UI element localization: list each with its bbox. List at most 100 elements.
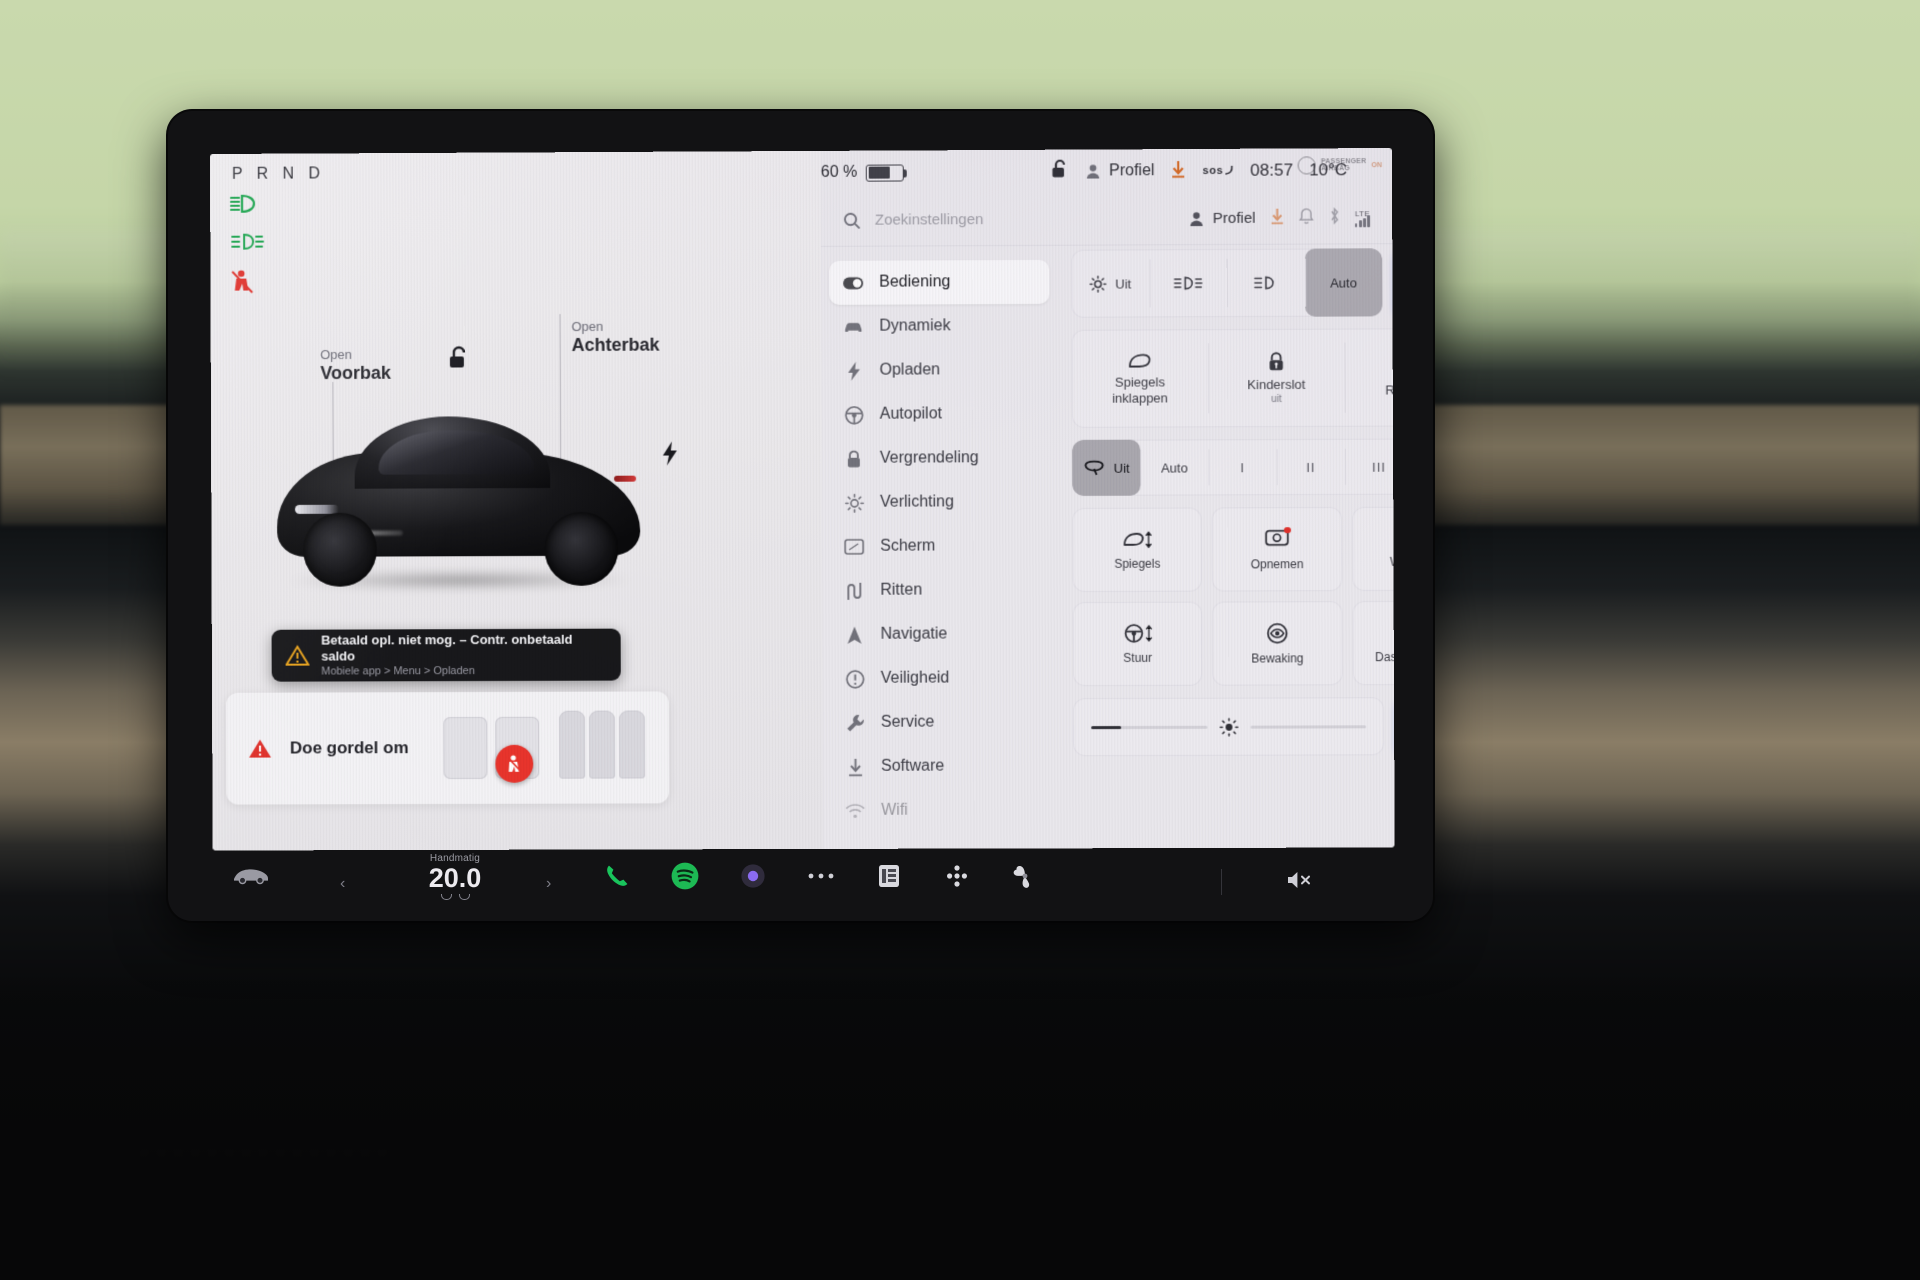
climate-control[interactable]: Handmatig 20.0 xyxy=(370,853,540,901)
clock: 08:57 xyxy=(1250,160,1294,180)
sos-arc-icon xyxy=(1224,165,1234,177)
lock-controls-group: Spiegels inklappen Kinderslot uit Raamsl… xyxy=(1071,327,1395,428)
volume-mute-button[interactable] xyxy=(1286,869,1312,891)
high-beam-icon xyxy=(1173,275,1203,291)
unlock-icon[interactable] xyxy=(448,345,470,376)
sidebar-label: Service xyxy=(880,713,935,731)
seat-rear-right xyxy=(618,710,646,779)
sidebar-item-vergrendeling[interactable]: Vergrendeling xyxy=(830,436,1050,481)
media-icon[interactable] xyxy=(736,859,770,893)
window-lock-button[interactable]: Raamslot xyxy=(1344,328,1394,427)
warning-triangle-icon xyxy=(286,645,310,667)
volume-mute-icon xyxy=(1288,872,1310,888)
wiper-speed-3-option[interactable]: III xyxy=(1345,439,1395,495)
glovebox-label: Dashboard kast xyxy=(1375,649,1395,664)
sidebar-item-navigatie[interactable]: Navigatie xyxy=(830,612,1050,657)
seatbelt-warning-card[interactable]: Doe gordel om xyxy=(225,691,670,805)
fold-mirrors-button[interactable]: Spiegels inklappen xyxy=(1072,329,1209,428)
temp-increase-button[interactable]: › xyxy=(546,875,551,893)
headlight-mode-group: Uit Auto xyxy=(1071,248,1383,318)
wiper-speed-2-option[interactable]: II xyxy=(1277,439,1345,495)
brightness-slider-right[interactable] xyxy=(1250,724,1367,729)
sidebar-label: Bediening xyxy=(879,273,951,291)
glovebox-tile[interactable]: Dashboard kast xyxy=(1352,600,1395,686)
bottom-dock: ‹ Handmatig 20.0 › xyxy=(210,851,1392,921)
charge-port-bolt-icon[interactable] xyxy=(662,441,678,470)
navigation-arrow-icon xyxy=(844,625,864,644)
bluetooth-icon[interactable] xyxy=(1328,207,1341,229)
bell-icon[interactable] xyxy=(1299,207,1314,229)
download-icon[interactable] xyxy=(1270,207,1285,229)
headlight-auto-option[interactable]: Auto xyxy=(1304,248,1383,317)
sidebar-item-veiligheid[interactable]: Veiligheid xyxy=(831,656,1051,701)
headlight-high-option[interactable] xyxy=(1149,249,1227,317)
more-dots-icon[interactable] xyxy=(804,859,838,893)
toggle-icon xyxy=(843,276,863,289)
sidebar-item-opladen[interactable]: Opladen xyxy=(829,348,1049,393)
child-lock-button[interactable]: Kinderslot uit xyxy=(1208,329,1345,428)
alert-triangle-icon xyxy=(249,739,272,758)
dashcam-record-tile[interactable]: Opnemen xyxy=(1211,506,1343,592)
fan-icon[interactable] xyxy=(1008,859,1042,893)
toast-title: Betaald opl. niet mog. – Contr. onbetaal… xyxy=(321,631,573,664)
sos-button[interactable]: sos xyxy=(1203,165,1235,177)
low-beam-icon xyxy=(1253,275,1279,291)
mirrors-adjust-tile[interactable]: Spiegels xyxy=(1072,507,1203,593)
rear-trunk-action: Open xyxy=(571,318,604,335)
settings-sidebar: Bediening Dynamiek Opladen Autopilot Ver… xyxy=(821,246,1060,849)
phone-icon[interactable] xyxy=(600,859,634,893)
sidebar-item-service[interactable]: Service xyxy=(831,700,1051,745)
brightness-control[interactable] xyxy=(1073,697,1385,757)
rear-trunk-label[interactable]: Open Achterbak xyxy=(559,314,660,519)
steering-wheel-icon xyxy=(844,405,864,424)
sidebar-item-verlichting[interactable]: Verlichting xyxy=(830,480,1050,525)
wiper-speed-1-option[interactable]: I xyxy=(1208,439,1276,495)
person-icon xyxy=(1190,211,1204,226)
calendar-icon[interactable] xyxy=(872,859,906,893)
sidebar-item-scherm[interactable]: Scherm xyxy=(830,524,1050,569)
headlight-off-option[interactable]: Uit xyxy=(1071,249,1149,317)
wiper-speed-2-label: II xyxy=(1306,459,1316,475)
battery-percent: 60 % xyxy=(820,163,858,181)
sidebar-label: Wifi xyxy=(881,801,908,819)
car-wash-label: Wasstraat xyxy=(1389,554,1395,569)
headlight-low-option[interactable] xyxy=(1227,249,1305,317)
wiper-off-option[interactable]: Uit xyxy=(1072,439,1141,496)
seat-heater-indicators[interactable] xyxy=(370,894,540,901)
mirror-adjust-icon xyxy=(1122,529,1152,549)
seat-rear-middle xyxy=(588,710,616,779)
front-trunk-target: Voorbak xyxy=(320,362,391,383)
wiper-auto-option[interactable]: Auto xyxy=(1140,439,1208,495)
network-signal[interactable]: LTE xyxy=(1354,209,1371,227)
brightness-slider[interactable] xyxy=(1091,725,1207,729)
airbag-icon xyxy=(1297,156,1316,175)
car-icon[interactable] xyxy=(232,865,270,890)
sidebar-item-software[interactable]: Software xyxy=(831,744,1051,789)
download-arrow-icon[interactable] xyxy=(1171,160,1187,183)
front-trunk-label[interactable]: Open Voorbak xyxy=(320,347,391,530)
child-lock-state: uit xyxy=(1271,393,1282,405)
settings-search-bar[interactable]: Zoekinstellingen Profiel LTE xyxy=(820,192,1393,247)
sentry-mode-tile[interactable]: Bewaking xyxy=(1212,601,1343,686)
unlock-icon[interactable] xyxy=(1051,159,1069,185)
sidebar-label: Autopilot xyxy=(879,405,943,423)
sidebar-item-ritten[interactable]: Ritten xyxy=(830,568,1050,613)
charging-alert-toast[interactable]: Betaald opl. niet mog. – Contr. onbetaal… xyxy=(271,628,621,682)
toybox-icon[interactable] xyxy=(940,859,974,893)
status-bar: 60 % Profiel sos 08:57 10°C xyxy=(210,148,1392,198)
sidebar-item-dynamiek[interactable]: Dynamiek xyxy=(829,304,1049,349)
car-wash-tile[interactable]: Wasstraat xyxy=(1351,506,1395,592)
exclamation-circle-icon xyxy=(845,669,865,688)
profile-status-button[interactable]: Profiel xyxy=(1085,162,1155,180)
settings-profile-button[interactable]: Profiel xyxy=(1189,210,1256,227)
vehicle-render xyxy=(259,400,659,601)
sidebar-item-bediening[interactable]: Bediening xyxy=(829,259,1050,305)
seat-map xyxy=(437,704,647,791)
spotify-icon[interactable] xyxy=(668,859,702,893)
sidebar-label: Ritten xyxy=(880,581,923,599)
search-input[interactable]: Zoekinstellingen xyxy=(875,210,1175,229)
temp-decrease-button[interactable]: ‹ xyxy=(340,875,345,893)
sidebar-item-wifi[interactable]: Wifi xyxy=(831,788,1051,833)
sidebar-item-autopilot[interactable]: Autopilot xyxy=(830,392,1050,437)
steering-adjust-tile[interactable]: Stuur xyxy=(1072,601,1203,687)
